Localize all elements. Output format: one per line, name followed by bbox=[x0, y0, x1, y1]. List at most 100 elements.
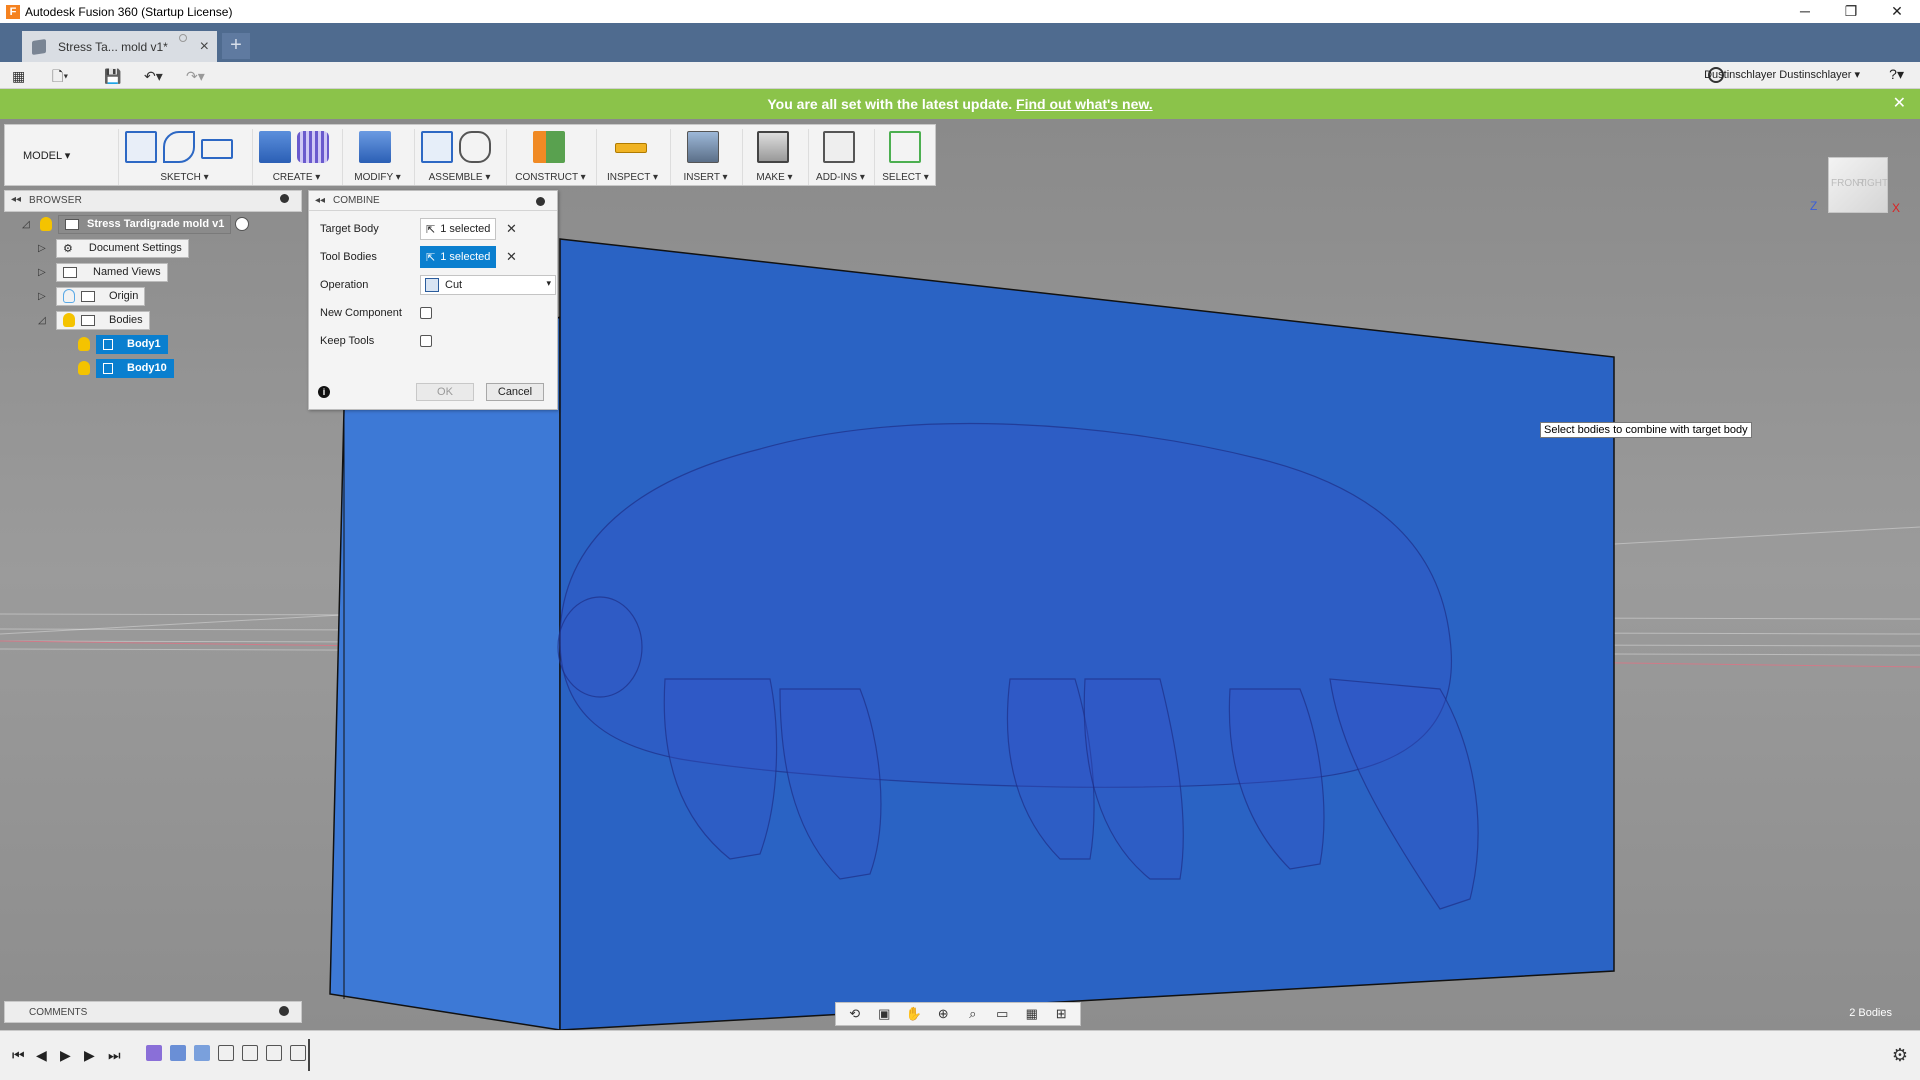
extrude-icon[interactable] bbox=[259, 131, 291, 163]
activate-radio-icon[interactable] bbox=[235, 217, 250, 231]
form-icon[interactable] bbox=[297, 131, 329, 163]
save-icon[interactable]: 💾 bbox=[104, 66, 121, 86]
step-forward-icon[interactable]: ▶ bbox=[84, 1047, 95, 1064]
new-component-checkbox[interactable] bbox=[420, 307, 432, 319]
add-comment-icon[interactable] bbox=[279, 1006, 289, 1016]
sketch-group[interactable]: SKETCH ▾ bbox=[118, 129, 250, 185]
whats-new-link[interactable]: Find out what's new. bbox=[1016, 96, 1153, 112]
create-menu-label[interactable]: CREATE ▾ bbox=[253, 172, 340, 183]
close-banner-icon[interactable]: ✕ bbox=[1893, 89, 1906, 119]
move-feature-icon[interactable] bbox=[242, 1045, 258, 1061]
ok-button[interactable]: OK bbox=[416, 383, 474, 401]
gear-icon[interactable]: ⚙ bbox=[1892, 1045, 1908, 1066]
close-window-button[interactable]: ✕ bbox=[1874, 0, 1920, 23]
construct-group[interactable]: CONSTRUCT ▾ bbox=[506, 129, 594, 185]
align-feature-icon[interactable] bbox=[266, 1045, 282, 1061]
go-to-start-icon[interactable]: ⏮ bbox=[12, 1047, 25, 1064]
new-tab-button[interactable]: + bbox=[222, 33, 250, 59]
combine-feature-icon[interactable] bbox=[170, 1045, 186, 1061]
tree-item-named-views[interactable]: ▷ Named Views bbox=[38, 262, 168, 282]
tree-item-bodies[interactable]: ◿ Bodies bbox=[38, 310, 150, 330]
apps-grid-icon[interactable]: ▦ bbox=[12, 66, 25, 86]
undo-icon[interactable]: ↶▾ bbox=[144, 66, 163, 86]
visibility-bulb-off-icon[interactable] bbox=[63, 289, 75, 303]
target-body-selector[interactable]: ⇱ 1 selected bbox=[420, 218, 496, 240]
body-feature-icon[interactable] bbox=[194, 1045, 210, 1061]
sketch-menu-label[interactable]: SKETCH ▾ bbox=[119, 172, 250, 183]
joint-icon[interactable] bbox=[459, 131, 491, 163]
tree-root[interactable]: ◿ Stress Tardigrade mold v1 bbox=[22, 214, 250, 234]
assemble-menu-label[interactable]: ASSEMBLE ▾ bbox=[415, 172, 504, 183]
insert-group[interactable]: INSERT ▾ bbox=[670, 129, 740, 185]
grid-settings-icon[interactable]: ▦ bbox=[1023, 1006, 1041, 1022]
document-settings-label[interactable]: ⚙ Document Settings bbox=[56, 238, 189, 258]
rectangle-icon[interactable] bbox=[201, 139, 233, 159]
named-views-label[interactable]: Named Views bbox=[56, 262, 168, 282]
zoom-icon[interactable]: ⊕ bbox=[934, 1006, 952, 1022]
line-icon[interactable] bbox=[163, 131, 195, 163]
select-menu-label[interactable]: SELECT ▾ bbox=[875, 172, 936, 183]
cancel-button[interactable]: Cancel bbox=[486, 383, 544, 401]
document-tab[interactable]: Stress Ta... mold v1* × bbox=[22, 31, 217, 62]
user-account-menu[interactable]: Dustinschlayer Dustinschlayer ▾ bbox=[1704, 68, 1860, 81]
insert-menu-label[interactable]: INSERT ▾ bbox=[671, 172, 740, 183]
redo-icon[interactable]: ↷▾ bbox=[186, 66, 205, 86]
step-back-icon[interactable]: ◀ bbox=[36, 1047, 47, 1064]
form-feature-icon[interactable] bbox=[146, 1045, 162, 1061]
make-group[interactable]: MAKE ▾ bbox=[742, 129, 806, 185]
add-ins-group[interactable]: ADD-INS ▾ bbox=[808, 129, 872, 185]
collapse-dialog-icon[interactable]: ◂◂ bbox=[315, 195, 325, 206]
right-face-label[interactable]: RIGHT bbox=[1857, 178, 1888, 189]
visibility-bulb-icon[interactable] bbox=[78, 337, 90, 351]
body10-label[interactable]: Body10 bbox=[96, 358, 174, 378]
clear-tool-bodies-icon[interactable]: ✕ bbox=[506, 249, 517, 265]
orbit-icon[interactable]: ⟲ bbox=[846, 1006, 864, 1022]
tree-item-origin[interactable]: ▷ Origin bbox=[38, 286, 146, 306]
tree-item-body1[interactable]: Body1 bbox=[78, 334, 168, 354]
move-feature-icon[interactable] bbox=[218, 1045, 234, 1061]
clear-target-body-icon[interactable]: ✕ bbox=[506, 221, 517, 237]
body1-label[interactable]: Body1 bbox=[96, 334, 168, 354]
expand-icon[interactable]: ▷ bbox=[38, 291, 48, 302]
expand-icon[interactable]: ▷ bbox=[38, 243, 48, 254]
select-icon[interactable] bbox=[889, 131, 921, 163]
info-icon[interactable]: i bbox=[318, 386, 330, 398]
create-group[interactable]: CREATE ▾ bbox=[252, 129, 340, 185]
viewports-icon[interactable]: ⊞ bbox=[1052, 1006, 1070, 1022]
close-tab-icon[interactable]: × bbox=[200, 38, 209, 56]
visibility-bulb-icon[interactable] bbox=[40, 217, 52, 231]
visibility-bulb-icon[interactable] bbox=[78, 361, 90, 375]
create-sketch-icon[interactable] bbox=[125, 131, 157, 163]
display-settings-icon[interactable]: ▭ bbox=[993, 1006, 1011, 1022]
view-cube[interactable]: FRONT RIGHT Z X bbox=[1810, 145, 1900, 225]
measure-icon[interactable] bbox=[615, 143, 647, 153]
minimize-button[interactable]: ─ bbox=[1782, 0, 1828, 23]
make-menu-label[interactable]: MAKE ▾ bbox=[743, 172, 806, 183]
bodies-label[interactable]: Bodies bbox=[56, 310, 150, 330]
look-at-icon[interactable]: ▣ bbox=[875, 1006, 893, 1022]
offset-plane-icon[interactable] bbox=[533, 131, 565, 163]
insert-image-icon[interactable] bbox=[687, 131, 719, 163]
visibility-bulb-icon[interactable] bbox=[63, 313, 75, 327]
move-feature-icon[interactable] bbox=[290, 1045, 306, 1061]
view-cube-face[interactable]: FRONT RIGHT bbox=[1828, 157, 1888, 213]
combine-dialog-header[interactable]: ◂◂ COMBINE bbox=[309, 191, 557, 211]
collapse-browser-icon[interactable]: ◂◂ bbox=[11, 194, 21, 205]
expand-collapse-icon[interactable]: ◿ bbox=[22, 219, 32, 230]
browser-minimize-icon[interactable] bbox=[280, 194, 289, 203]
tree-root-label[interactable]: Stress Tardigrade mold v1 bbox=[58, 214, 232, 234]
file-icon[interactable]: 🗋▾ bbox=[52, 66, 68, 86]
tree-item-document-settings[interactable]: ▷ ⚙ Document Settings bbox=[38, 238, 189, 258]
help-icon[interactable]: ?▾ bbox=[1889, 66, 1904, 83]
select-group[interactable]: SELECT ▾ bbox=[874, 129, 936, 185]
inspect-menu-label[interactable]: INSPECT ▾ bbox=[597, 172, 668, 183]
dialog-minimize-icon[interactable] bbox=[536, 197, 545, 206]
inspect-group[interactable]: INSPECT ▾ bbox=[596, 129, 668, 185]
assemble-group[interactable]: ASSEMBLE ▾ bbox=[414, 129, 504, 185]
play-icon[interactable]: ▶ bbox=[60, 1047, 71, 1064]
modify-group[interactable]: MODIFY ▾ bbox=[342, 129, 412, 185]
pan-icon[interactable]: ✋ bbox=[905, 1006, 923, 1022]
go-to-end-icon[interactable]: ⏭ bbox=[108, 1047, 121, 1064]
new-component-icon[interactable] bbox=[421, 131, 453, 163]
fit-icon[interactable]: ⌕ bbox=[964, 1006, 982, 1022]
